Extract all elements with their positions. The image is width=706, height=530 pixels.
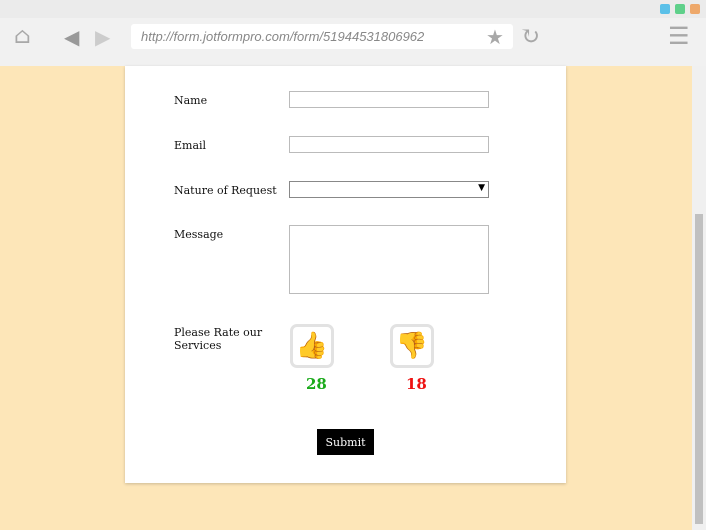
- name-input[interactable]: [289, 91, 489, 108]
- thumbs-down-count: 18: [406, 375, 427, 393]
- close-button[interactable]: [690, 4, 700, 14]
- scrollbar[interactable]: [692, 66, 706, 530]
- browser-toolbar: ⌂ ◀ ▶ http://form.jotformpro.com/form/51…: [0, 0, 706, 66]
- forward-icon[interactable]: ▶: [95, 25, 110, 49]
- thumbs-down-icon: 👎: [395, 331, 429, 361]
- thumbs-up-button[interactable]: 👍: [290, 324, 334, 368]
- url-text: http://form.jotformpro.com/form/51944531…: [141, 29, 425, 44]
- email-label: Email: [174, 139, 207, 152]
- chevron-down-icon: ▼: [478, 183, 485, 193]
- thumbs-up-count: 28: [306, 375, 327, 393]
- reload-icon[interactable]: ↻: [520, 22, 540, 50]
- scrollbar-thumb[interactable]: [695, 214, 703, 524]
- email-input[interactable]: [289, 136, 489, 153]
- submit-button[interactable]: Submit: [317, 429, 374, 455]
- back-icon[interactable]: ◀: [64, 25, 79, 49]
- name-label: Name: [174, 94, 208, 107]
- thumbs-down-button[interactable]: 👎: [390, 324, 434, 368]
- form-card: Name Email Nature of Request ▼ Message P…: [125, 66, 566, 483]
- request-select[interactable]: ▼: [289, 181, 489, 198]
- thumbs-up-icon: 👍: [295, 331, 329, 361]
- message-label: Message: [174, 228, 224, 241]
- address-bar[interactable]: http://form.jotformpro.com/form/51944531…: [131, 24, 513, 49]
- request-label: Nature of Request: [174, 184, 277, 197]
- minimize-button[interactable]: [660, 4, 670, 14]
- star-icon[interactable]: ★: [486, 25, 504, 49]
- message-textarea[interactable]: [289, 225, 489, 294]
- rate-label: Please Rate our Services: [174, 326, 263, 352]
- menu-icon[interactable]: ☰: [668, 24, 690, 48]
- home-icon[interactable]: ⌂: [14, 24, 31, 49]
- maximize-button[interactable]: [675, 4, 685, 14]
- tab-strip: [0, 0, 706, 18]
